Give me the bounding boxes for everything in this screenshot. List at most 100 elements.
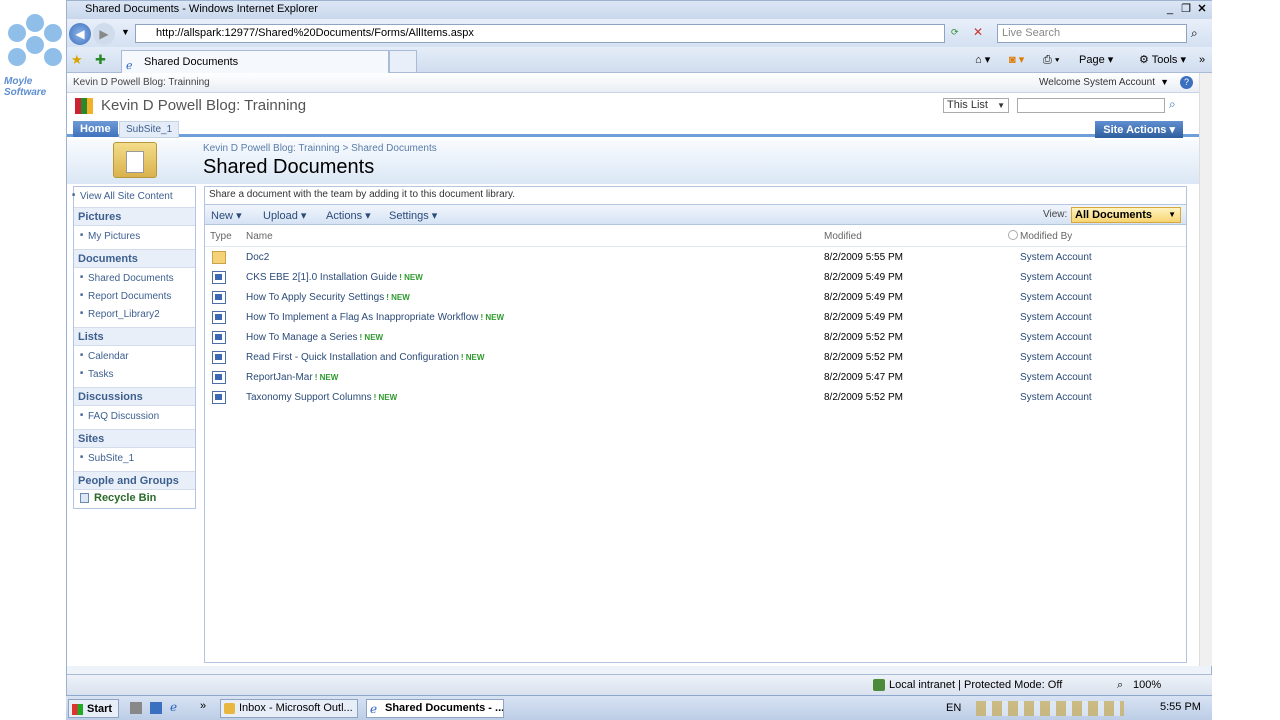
ql-heading-sites[interactable]: Sites — [78, 433, 104, 445]
language-indicator[interactable]: EN — [946, 702, 961, 714]
more-commands-icon[interactable]: » — [1199, 52, 1205, 68]
ql-item-subsite[interactable]: SubSite_1 — [80, 453, 134, 464]
ql-item-faq-discussion[interactable]: FAQ Discussion — [80, 411, 159, 422]
tab-shared-documents[interactable]: ℯ Shared Documents — [121, 50, 389, 73]
word-document-icon — [212, 371, 226, 384]
item-name[interactable]: How To Manage a Series! NEW — [246, 332, 383, 343]
item-name[interactable]: Doc2 — [246, 252, 271, 263]
col-modified[interactable]: Modified — [824, 231, 862, 242]
history-dropdown-icon[interactable]: ▼ — [121, 27, 130, 37]
item-modified-by[interactable]: System Account — [1020, 272, 1092, 283]
site-search-input[interactable] — [1017, 98, 1165, 113]
recycle-bin-link[interactable]: Recycle Bin — [94, 492, 156, 504]
col-name[interactable]: Name — [246, 231, 273, 242]
quick-launch-icon[interactable] — [150, 702, 162, 714]
live-search-input[interactable]: Live Search — [997, 24, 1187, 43]
back-button[interactable]: ◀ — [69, 23, 91, 45]
item-modified-by[interactable]: System Account — [1020, 292, 1092, 303]
item-name-text: How To Implement a Flag As Inappropriate… — [246, 312, 479, 323]
ql-heading-documents[interactable]: Documents — [78, 253, 138, 265]
ql-heading-discussions[interactable]: Discussions — [78, 391, 143, 403]
add-favorites-icon[interactable]: ✚ — [95, 52, 106, 68]
item-modified-by[interactable]: System Account — [1020, 372, 1092, 383]
site-title[interactable]: Kevin D Powell Blog: Trainning — [101, 97, 306, 114]
minimize-button[interactable]: _ — [1163, 2, 1177, 16]
site-search-icon[interactable]: ⌕ — [1169, 97, 1176, 112]
expand-quicklaunch-icon[interactable]: » — [200, 700, 206, 712]
page-menu[interactable]: Page ▾ — [1079, 52, 1113, 68]
ql-heading-people-groups[interactable]: People and Groups — [78, 475, 179, 487]
tab-subsite[interactable]: SubSite_1 — [119, 121, 180, 138]
search-icon[interactable]: ⌕ — [1191, 26, 1198, 41]
taskbar-outlook[interactable]: Inbox - Microsoft Outl... — [220, 699, 358, 718]
col-modified-by[interactable]: Modified By — [1020, 231, 1072, 242]
new-tab-button[interactable] — [389, 50, 417, 73]
item-modified-by[interactable]: System Account — [1020, 312, 1092, 323]
view-select[interactable]: All Documents ▼ — [1071, 207, 1181, 223]
ql-heading-lists[interactable]: Lists — [78, 331, 104, 343]
tab-home[interactable]: Home — [73, 121, 118, 137]
ql-item-my-pictures[interactable]: My Pictures — [80, 231, 140, 242]
upload-menu[interactable]: Upload ▾ — [263, 209, 306, 222]
ql-item-tasks[interactable]: Tasks — [80, 369, 113, 380]
item-name[interactable]: How To Implement a Flag As Inappropriate… — [246, 312, 504, 323]
stop-icon[interactable]: ✕ — [973, 25, 983, 39]
ql-heading-pictures[interactable]: Pictures — [78, 211, 121, 223]
tools-menu[interactable]: ⚙ Tools ▾ — [1139, 52, 1186, 68]
ql-item-shared-documents[interactable]: Shared Documents — [80, 273, 174, 284]
word-document-icon — [212, 391, 226, 404]
item-modified-by[interactable]: System Account — [1020, 392, 1092, 403]
ql-item-report-library2[interactable]: Report_Library2 — [80, 309, 160, 320]
show-desktop-icon[interactable] — [130, 702, 142, 714]
breadcrumb[interactable]: Kevin D Powell Blog: Trainning > Shared … — [203, 143, 437, 154]
item-name[interactable]: ReportJan-Mar! NEW — [246, 372, 338, 383]
col-type[interactable]: Type — [210, 231, 232, 242]
ql-item-calendar[interactable]: Calendar — [80, 351, 129, 362]
clock[interactable]: 5:55 PM — [1160, 701, 1201, 713]
taskbar-shared-documents[interactable]: ℯ Shared Documents - ... — [366, 699, 504, 718]
site-actions-label: Site Actions — [1103, 124, 1167, 136]
start-button[interactable]: Start — [68, 699, 120, 718]
ql-section-discussions: Discussions — [74, 387, 195, 406]
refresh-icon[interactable]: ⟳ — [951, 27, 959, 38]
item-name[interactable]: How To Apply Security Settings! NEW — [246, 292, 410, 303]
new-menu[interactable]: New ▾ — [211, 209, 242, 222]
welcome-chevron-icon[interactable]: ▼ — [1160, 77, 1169, 87]
zoom-level[interactable]: 100% — [1133, 679, 1161, 691]
start-label: Start — [87, 703, 113, 715]
sharepoint-page: Kevin D Powell Blog: Trainning Welcome S… — [67, 73, 1199, 666]
restore-button[interactable]: ❐ — [1179, 2, 1193, 16]
search-scope-select[interactable]: This List ▼ — [943, 98, 1009, 113]
settings-menu[interactable]: Settings ▾ — [389, 209, 437, 222]
ie-launch-icon[interactable]: ℯ — [170, 700, 177, 714]
item-name[interactable]: Read First - Quick Installation and Conf… — [246, 352, 484, 363]
favorites-star-icon[interactable]: ★ — [71, 52, 83, 68]
print-icon[interactable]: ⎙ ▾ — [1043, 52, 1059, 68]
forward-button[interactable]: ▶ — [93, 23, 115, 45]
vertical-scrollbar[interactable] — [1199, 73, 1213, 666]
ql-item-report-documents[interactable]: Report Documents — [80, 291, 171, 302]
item-name[interactable]: CKS EBE 2[1].0 Installation Guide! NEW — [246, 272, 423, 283]
home-icon[interactable]: ⌂ ▾ — [975, 52, 990, 68]
welcome-menu[interactable]: Welcome System Account — [1039, 77, 1155, 88]
feeds-icon[interactable]: ◙ ▾ — [1009, 52, 1024, 68]
global-breadcrumb[interactable]: Kevin D Powell Blog: Trainning — [73, 77, 210, 88]
ql-section-sites: Sites — [74, 429, 195, 448]
security-zone-text[interactable]: Local intranet | Protected Mode: Off — [889, 679, 1062, 691]
view-all-site-content-link[interactable]: View All Site Content — [72, 191, 173, 202]
site-actions-menu[interactable]: Site Actions ▾ — [1095, 121, 1183, 138]
global-breadcrumb-bar: Kevin D Powell Blog: Trainning Welcome S… — [67, 73, 1199, 93]
item-name[interactable]: Taxonomy Support Columns! NEW — [246, 392, 397, 403]
item-modified-by[interactable]: System Account — [1020, 332, 1092, 343]
page-title: Shared Documents — [203, 156, 375, 178]
close-button[interactable]: ✕ — [1195, 2, 1209, 16]
table-row: Read First - Quick Installation and Conf… — [205, 348, 1186, 368]
actions-menu[interactable]: Actions ▾ — [326, 209, 371, 222]
url-field[interactable]: http://allspark:12977/Shared%20Documents… — [135, 24, 945, 43]
item-modified-by[interactable]: System Account — [1020, 352, 1092, 363]
item-name-text: ReportJan-Mar — [246, 372, 313, 383]
item-name-text: How To Apply Security Settings — [246, 292, 385, 303]
system-tray-icons[interactable] — [976, 701, 1124, 716]
help-icon[interactable]: ? — [1180, 76, 1193, 89]
item-modified-by[interactable]: System Account — [1020, 252, 1092, 263]
